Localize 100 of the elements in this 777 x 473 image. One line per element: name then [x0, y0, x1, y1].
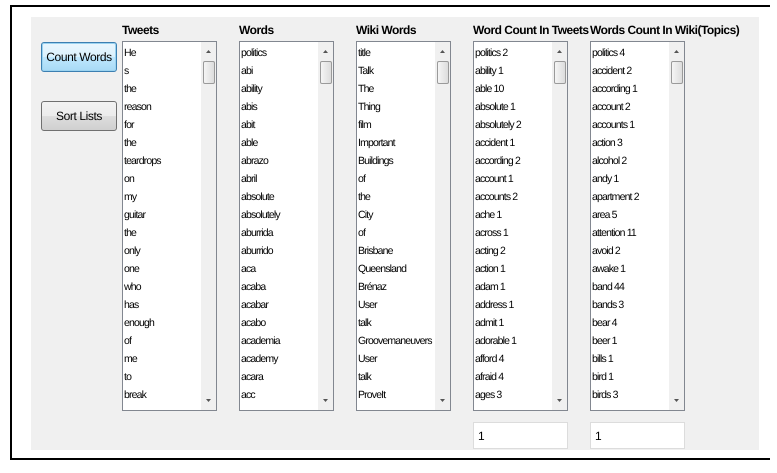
- list-item[interactable]: address 1: [475, 296, 514, 314]
- list-item[interactable]: absolute 1: [475, 98, 515, 116]
- scrollbar[interactable]: [318, 42, 333, 410]
- list-item[interactable]: the: [358, 188, 370, 206]
- list-item[interactable]: bear 4: [592, 314, 617, 332]
- list-item[interactable]: ability: [241, 80, 262, 98]
- list-item[interactable]: Brénaz: [358, 278, 386, 296]
- scroll-thumb[interactable]: [554, 61, 566, 84]
- list-item[interactable]: politics 4: [592, 44, 624, 62]
- list-item[interactable]: Talk: [358, 62, 374, 80]
- list-item[interactable]: s: [124, 62, 128, 80]
- list-item[interactable]: ache 1: [475, 206, 502, 224]
- list-item[interactable]: band 44: [592, 278, 624, 296]
- list-item[interactable]: talk: [358, 314, 371, 332]
- list-item[interactable]: enough: [124, 314, 154, 332]
- list-item[interactable]: one: [124, 260, 139, 278]
- list-item[interactable]: ability 1: [475, 62, 503, 80]
- list-item[interactable]: abrazo: [241, 152, 268, 170]
- scroll-thumb[interactable]: [670, 61, 682, 84]
- list-item[interactable]: the: [124, 224, 136, 242]
- list-item[interactable]: across 1: [475, 224, 508, 242]
- list-item[interactable]: academy: [241, 350, 278, 368]
- list-item[interactable]: User: [358, 350, 377, 368]
- input-field[interactable]: 1: [590, 422, 685, 449]
- list-item[interactable]: He: [124, 44, 136, 62]
- list-box[interactable]: politics 2 ability 1 able 10 absolute 1 absolutely 2 accident 1 according 2 account 1 accounts 2 ache 1 across 1 acting 2 action 1 adam 1 address 1 admit 1 adorable 1 afford 4 afraid 4 ages 3: [473, 41, 568, 411]
- list-item[interactable]: acaba: [241, 278, 266, 296]
- list-item[interactable]: politics: [241, 44, 266, 62]
- button[interactable]: Sort Lists: [41, 101, 117, 131]
- list-item[interactable]: guitar: [124, 206, 146, 224]
- list-item[interactable]: me: [124, 350, 137, 368]
- list-item[interactable]: my: [124, 188, 136, 206]
- list-box[interactable]: politics 4 accident 2 according 1 account 2 accounts 1 action 3 alcohol 2 andy 1 apartment 2 area 5 attention 11 avoid 2 awake 1 band 44 bands 3 bear 4 beer 1 bills 1 bird 1 birds 3: [590, 41, 685, 411]
- list-item[interactable]: adam 1: [475, 278, 505, 296]
- list-item[interactable]: aburrido: [241, 242, 273, 260]
- list-item[interactable]: accounts 2: [475, 188, 518, 206]
- scroll-thumb[interactable]: [320, 61, 332, 84]
- list-item[interactable]: afraid 4: [475, 368, 504, 386]
- list-item[interactable]: abis: [241, 98, 257, 116]
- list-item[interactable]: of: [124, 332, 132, 350]
- list-item[interactable]: City: [358, 206, 373, 224]
- list-item[interactable]: Queensland: [358, 260, 406, 278]
- list-item[interactable]: absolute: [241, 188, 274, 206]
- list-item[interactable]: alcohol 2: [592, 152, 626, 170]
- list-item[interactable]: account 1: [475, 170, 513, 188]
- list-item[interactable]: has: [124, 296, 138, 314]
- scroll-thumb[interactable]: [202, 61, 214, 84]
- list-item[interactable]: area 5: [592, 206, 617, 224]
- list-item[interactable]: abi: [241, 62, 252, 80]
- list-item[interactable]: the: [124, 80, 136, 98]
- list-item[interactable]: User: [358, 296, 377, 314]
- list-item[interactable]: Thing: [358, 98, 380, 116]
- button[interactable]: Count Words: [41, 42, 117, 72]
- list-item[interactable]: able: [241, 134, 258, 152]
- list-item[interactable]: absolutely: [241, 206, 280, 224]
- list-item[interactable]: acara: [241, 368, 264, 386]
- list-item[interactable]: break: [124, 386, 146, 404]
- list-item[interactable]: aburrida: [241, 224, 273, 242]
- list-item[interactable]: the: [124, 134, 136, 152]
- list-item[interactable]: of: [358, 170, 366, 188]
- list-item[interactable]: account 2: [592, 98, 630, 116]
- list-item[interactable]: abril: [241, 170, 257, 188]
- list-item[interactable]: Brisbane: [358, 242, 393, 260]
- list-item[interactable]: talk: [358, 368, 371, 386]
- list-item[interactable]: admit 1: [475, 314, 504, 332]
- list-item[interactable]: accident 1: [475, 134, 514, 152]
- list-item[interactable]: afford 4: [475, 350, 504, 368]
- list-item[interactable]: title: [358, 44, 370, 62]
- list-item[interactable]: The: [358, 80, 374, 98]
- list-item[interactable]: bills 1: [592, 350, 613, 368]
- list-item[interactable]: aca: [241, 260, 256, 278]
- list-item[interactable]: according 1: [592, 80, 637, 98]
- list-item[interactable]: who: [124, 278, 141, 296]
- list-item[interactable]: ages 3: [475, 386, 502, 404]
- scrollbar[interactable]: [669, 42, 684, 410]
- list-item[interactable]: bird 1: [592, 368, 614, 386]
- list-item[interactable]: able 10: [475, 80, 504, 98]
- list-box[interactable]: politics abi ability abis abit able abrazo abril absolute absolutely aburrida aburrido aca acaba acabar acabo academia academy acara acc: [239, 41, 334, 411]
- list-item[interactable]: adorable 1: [475, 332, 516, 350]
- list-item[interactable]: for: [124, 116, 134, 134]
- list-item[interactable]: only: [124, 242, 140, 260]
- list-item[interactable]: bands 3: [592, 296, 624, 314]
- list-item[interactable]: avoid 2: [592, 242, 620, 260]
- list-item[interactable]: abit: [241, 116, 255, 134]
- list-item[interactable]: accounts 1: [592, 116, 634, 134]
- list-item[interactable]: reason: [124, 98, 152, 116]
- list-item[interactable]: politics 2: [475, 44, 508, 62]
- list-item[interactable]: apartment 2: [592, 188, 639, 206]
- input-field[interactable]: 1: [473, 422, 568, 449]
- list-item[interactable]: acabo: [241, 314, 266, 332]
- list-item[interactable]: according 2: [475, 152, 520, 170]
- list-item[interactable]: acabar: [241, 296, 268, 314]
- list-item[interactable]: birds 3: [592, 386, 618, 404]
- scrollbar[interactable]: [201, 42, 216, 410]
- list-item[interactable]: andy 1: [592, 170, 618, 188]
- list-item[interactable]: action 1: [475, 260, 505, 278]
- scrollbar[interactable]: [552, 42, 567, 410]
- list-item[interactable]: Groovemaneuvers: [358, 332, 432, 350]
- list-item[interactable]: film: [358, 116, 371, 134]
- list-item[interactable]: attention 11: [592, 224, 636, 242]
